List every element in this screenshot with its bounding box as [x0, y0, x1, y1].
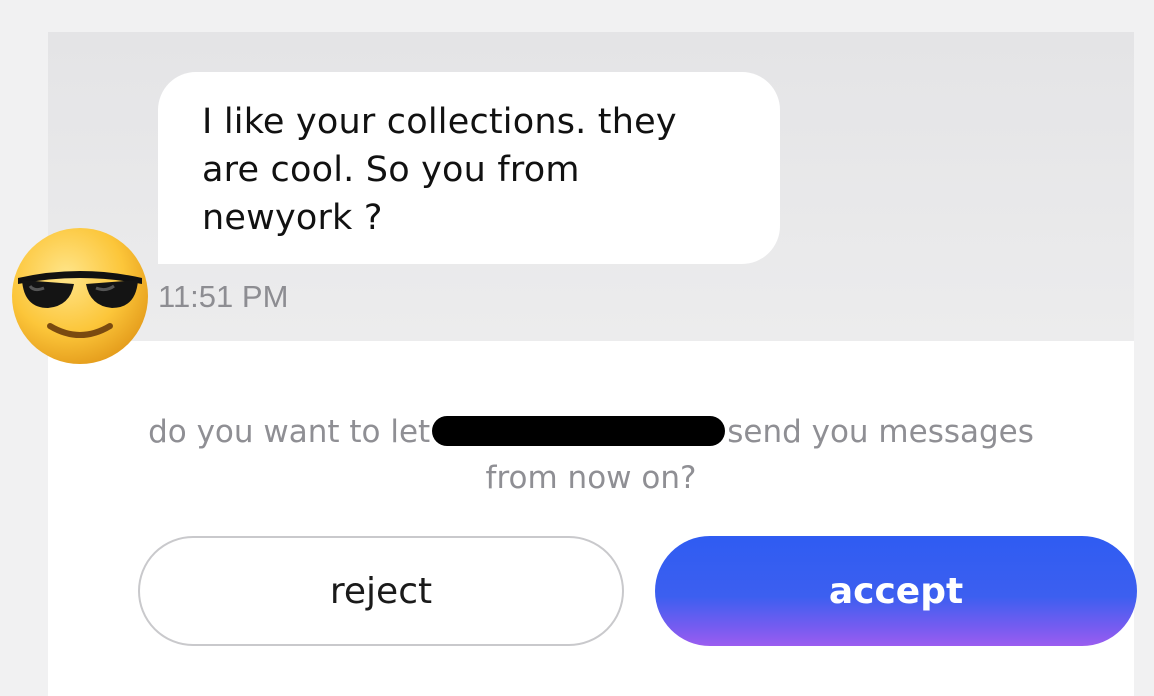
reject-button-label: reject [329, 570, 433, 612]
accept-button[interactable]: accept [655, 536, 1137, 646]
message-bubble: I like your collections. they are cool. … [158, 72, 780, 264]
message-line-3: newyork ? [202, 198, 383, 238]
request-prompt-after: send you messages [727, 414, 1034, 450]
reject-button[interactable]: reject [138, 536, 624, 646]
accept-button-label: accept [828, 570, 964, 612]
redacted-username [432, 416, 726, 446]
message-line-2: are cool. So you from [202, 150, 580, 190]
request-prompt-line-2: from now on? [485, 460, 697, 496]
message-request-panel: I like your collections. they are cool. … [48, 32, 1137, 696]
request-prompt: do you want to let send you messages from… [48, 409, 1134, 501]
message-line-1: I like your collections. they [202, 102, 677, 142]
request-prompt-before: do you want to let [148, 414, 431, 450]
chat-preview-area: I like your collections. they are cool. … [48, 32, 1134, 341]
request-prompt-line-1: do you want to let send you messages [48, 409, 1134, 455]
message-request-screen: I like your collections. they are cool. … [0, 0, 1154, 696]
message-timestamp: 11:51 PM [158, 279, 289, 314]
smiling-face-with-sunglasses-icon [12, 228, 148, 364]
